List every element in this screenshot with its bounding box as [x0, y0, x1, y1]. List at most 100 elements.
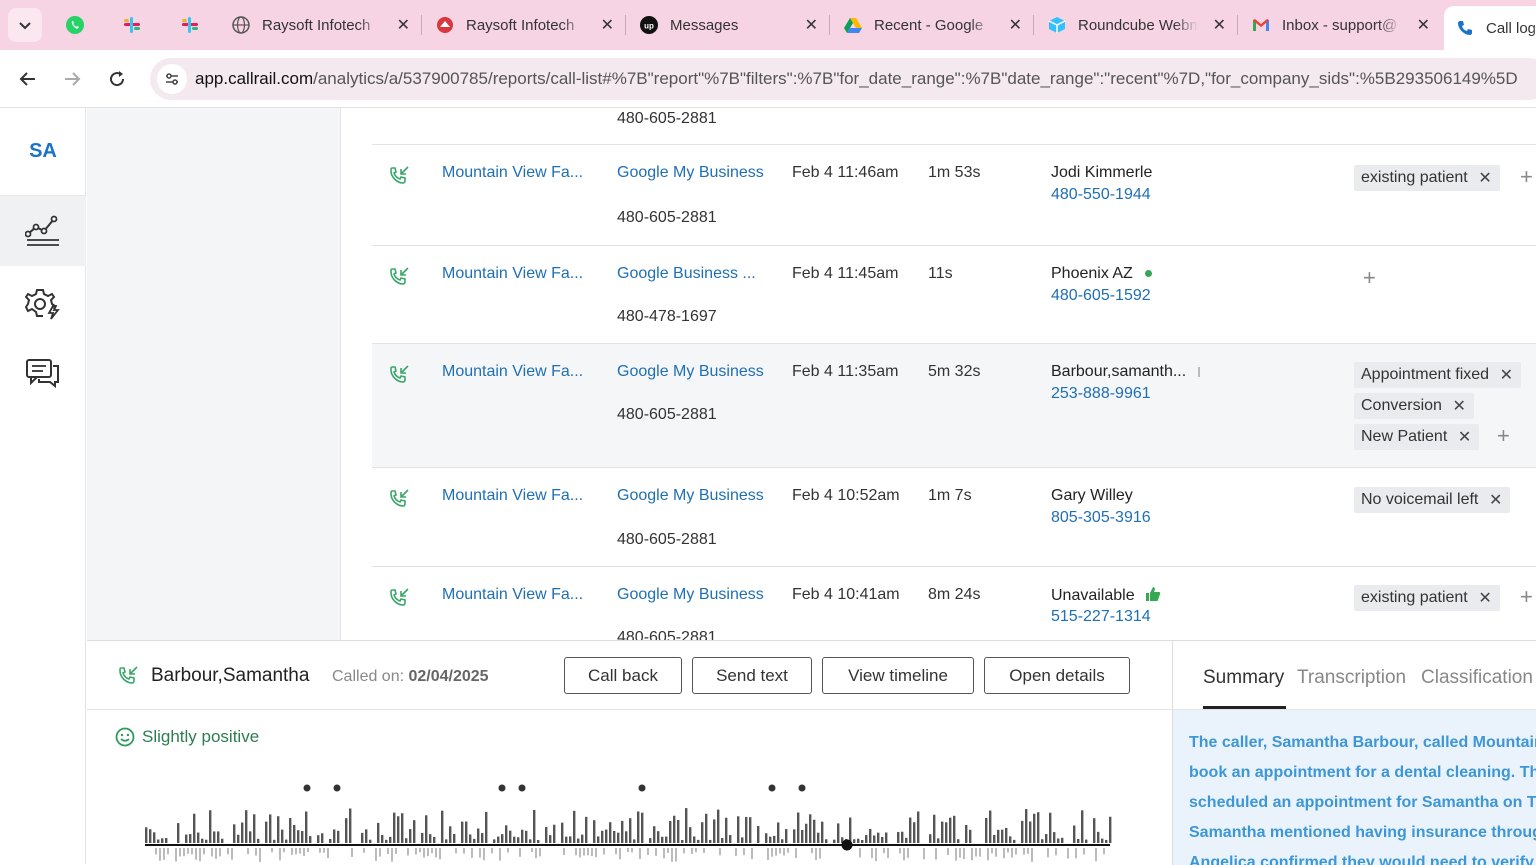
- close-tab-icon[interactable]: ✕: [1417, 15, 1430, 35]
- playhead-handle[interactable]: [841, 839, 853, 851]
- caller-name[interactable]: Jodi Kimmerle: [1051, 164, 1152, 182]
- remove-tag-icon[interactable]: ✕: [1478, 588, 1491, 608]
- called-on-date: 02/04/2025: [408, 668, 489, 685]
- back-button[interactable]: [14, 65, 42, 93]
- source-link[interactable]: Google My Business: [617, 363, 764, 381]
- nav-conversations[interactable]: [0, 338, 86, 408]
- call-row[interactable]: Mountain View Fa... Google Business ... …: [372, 246, 1536, 344]
- speaker-marker[interactable]: [303, 784, 311, 792]
- tag-chip[interactable]: Conversion ✕: [1354, 393, 1474, 419]
- close-tab-icon[interactable]: ✕: [397, 15, 410, 35]
- tag-chip[interactable]: Appointment fixed ✕: [1354, 362, 1522, 388]
- audio-waveform[interactable]: [145, 781, 1115, 865]
- remove-tag-icon[interactable]: ✕: [1478, 168, 1491, 188]
- company-link[interactable]: Mountain View Fa...: [442, 265, 583, 283]
- call-row[interactable]: Mountain View Fa... Google My Business 4…: [372, 145, 1536, 246]
- open-details-button[interactable]: Open details: [984, 657, 1130, 694]
- call-row[interactable]: Mountain View Fa... Google My Business 4…: [372, 468, 1536, 567]
- tag-chip[interactable]: New Patient ✕: [1354, 424, 1480, 450]
- tab-summary[interactable]: Summary: [1203, 667, 1284, 689]
- caller-phone[interactable]: 805-305-3916: [1051, 509, 1151, 527]
- remove-tag-icon[interactable]: ✕: [1458, 427, 1471, 447]
- tag-chip[interactable]: existing patient ✕: [1354, 165, 1500, 191]
- send-text-button[interactable]: Send text: [692, 657, 812, 694]
- close-tab-icon[interactable]: ✕: [601, 15, 614, 35]
- tab-classification[interactable]: Classification: [1421, 667, 1533, 689]
- waveform-bar: [363, 848, 365, 853]
- browser-tab-2[interactable]: Raysoft Infotech ✕: [436, 6, 626, 44]
- caller-phone[interactable]: 253-888-9961: [1051, 385, 1151, 403]
- waveform-bar: [833, 839, 836, 843]
- waveform-bar: [627, 848, 629, 853]
- tab-search-button[interactable]: [8, 8, 42, 42]
- source-link[interactable]: Google My Business: [617, 586, 764, 604]
- remove-tag-icon[interactable]: ✕: [1500, 365, 1513, 385]
- speaker-marker[interactable]: [768, 784, 776, 792]
- account-avatar[interactable]: SA: [0, 108, 86, 196]
- speaker-marker[interactable]: [518, 784, 526, 792]
- speaker-marker[interactable]: [333, 784, 341, 792]
- sentiment-indicator: Slightly positive: [115, 727, 259, 747]
- address-bar[interactable]: app.callrail.com/analytics/a/537900785/r…: [150, 58, 1536, 100]
- call-row-selected[interactable]: Mountain View Fa... Google My Business 4…: [372, 344, 1536, 468]
- caller-name[interactable]: Phoenix AZ: [1051, 265, 1152, 283]
- remove-tag-icon[interactable]: ✕: [1453, 396, 1466, 416]
- browser-tab-5[interactable]: Roundcube Webm ✕: [1048, 6, 1238, 44]
- waveform-bar: [1025, 809, 1028, 843]
- caller-name[interactable]: Unavailable: [1051, 586, 1161, 605]
- reload-button[interactable]: [103, 65, 131, 93]
- source-link[interactable]: Google My Business: [617, 487, 764, 505]
- call-summary: The caller, Samantha Barbour, called Mou…: [1173, 710, 1536, 865]
- pinned-tab-whatsapp[interactable]: [60, 10, 90, 40]
- call-detail-header: Barbour,Samantha Called on: 02/04/2025 C…: [87, 641, 1172, 710]
- caller-phone[interactable]: 515-227-1314: [1051, 608, 1151, 626]
- company-link[interactable]: Mountain View Fa...: [442, 363, 583, 381]
- call-row[interactable]: 480-605-2881: [372, 108, 1536, 145]
- speaker-marker[interactable]: [498, 784, 506, 792]
- company-link[interactable]: Mountain View Fa...: [442, 164, 583, 182]
- call-back-button[interactable]: Call back: [564, 657, 682, 694]
- nav-settings[interactable]: [0, 269, 86, 339]
- pinned-tab-slack-2[interactable]: [175, 10, 205, 40]
- waveform-bar: [329, 838, 332, 843]
- caller-name[interactable]: Barbour,samanth...: [1051, 363, 1201, 381]
- waveform-bar: [479, 848, 481, 858]
- waveform-bar: [853, 839, 856, 843]
- tag-chip[interactable]: existing patient ✕: [1354, 585, 1500, 611]
- pinned-tab-slack[interactable]: [117, 10, 147, 40]
- waveform-bar: [463, 848, 465, 854]
- nav-analytics[interactable]: [0, 196, 86, 266]
- browser-tab-6[interactable]: Inbox - support@ ✕: [1252, 6, 1440, 44]
- browser-tab-1[interactable]: Raysoft Infotech ✕: [232, 6, 422, 44]
- view-timeline-button[interactable]: View timeline: [822, 657, 974, 694]
- add-tag-button[interactable]: +: [1520, 164, 1533, 190]
- caller-phone[interactable]: 480-550-1944: [1051, 186, 1151, 204]
- browser-tab-3[interactable]: up Messages ✕: [640, 6, 830, 44]
- speaker-marker[interactable]: [798, 784, 806, 792]
- browser-tab-active[interactable]: Call log: [1444, 6, 1536, 50]
- tab-transcription[interactable]: Transcription: [1297, 667, 1406, 689]
- add-tag-button[interactable]: +: [1497, 423, 1510, 449]
- tag-chip[interactable]: No voicemail left ✕: [1354, 487, 1511, 513]
- forward-button[interactable]: [58, 65, 86, 93]
- add-tag-button[interactable]: +: [1520, 584, 1533, 610]
- caller-name[interactable]: Gary Willey: [1051, 487, 1133, 505]
- site-info-icon[interactable]: [157, 64, 187, 94]
- browser-tab-4[interactable]: Recent - Google ✕: [844, 6, 1034, 44]
- source-link[interactable]: Google My Business: [617, 164, 764, 182]
- close-tab-icon[interactable]: ✕: [1009, 15, 1022, 35]
- close-tab-icon[interactable]: ✕: [805, 15, 818, 35]
- company-link[interactable]: Mountain View Fa...: [442, 487, 583, 505]
- waveform-bar: [773, 835, 776, 843]
- waveform-bar: [991, 848, 993, 854]
- speaker-marker[interactable]: [638, 784, 646, 792]
- remove-tag-icon[interactable]: ✕: [1489, 490, 1502, 510]
- close-tab-icon[interactable]: ✕: [1213, 15, 1226, 35]
- waveform-bar: [637, 811, 640, 843]
- source-link[interactable]: Google Business ...: [617, 265, 756, 283]
- call-row[interactable]: Mountain View Fa... Google My Business 4…: [372, 567, 1536, 640]
- add-tag-button[interactable]: +: [1363, 265, 1376, 291]
- caller-phone[interactable]: 480-605-1592: [1051, 287, 1151, 305]
- waveform-bar: [825, 839, 828, 843]
- company-link[interactable]: Mountain View Fa...: [442, 586, 583, 604]
